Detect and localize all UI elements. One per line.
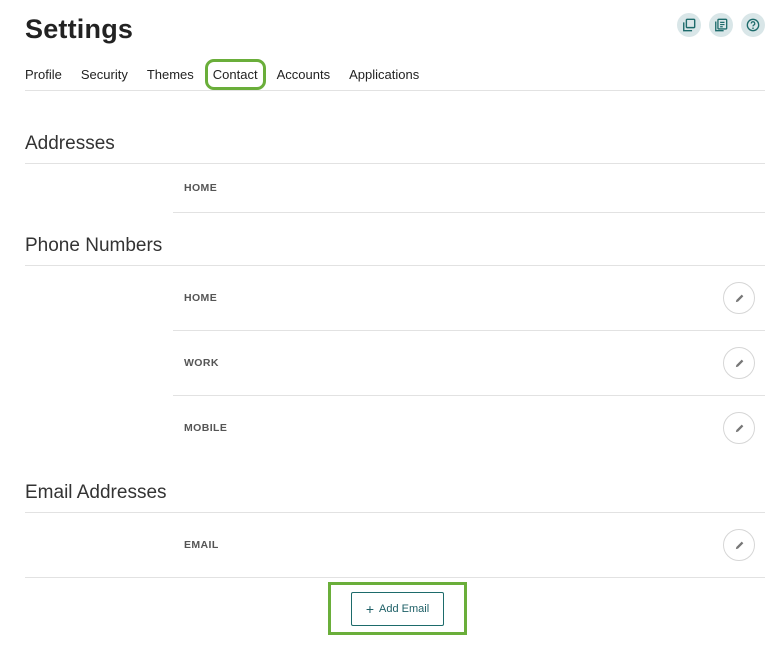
edit-phone-work-button[interactable] [723, 347, 755, 379]
tab-profile[interactable]: Profile [25, 67, 62, 82]
phone-type-label: WORK [184, 357, 219, 369]
email-addresses-heading: Email Addresses [25, 482, 167, 503]
address-type-label: HOME [184, 182, 218, 194]
edit-phone-mobile-button[interactable] [723, 412, 755, 444]
email-type-label: EMAIL [184, 539, 219, 551]
phone-type-label: HOME [184, 292, 218, 304]
phone-row: HOME [173, 266, 765, 331]
add-email-label: Add Email [379, 602, 430, 615]
tab-accounts[interactable]: Accounts [277, 67, 330, 82]
phone-row: WORK [173, 331, 765, 396]
pencil-icon [735, 541, 743, 549]
header-actions [677, 13, 765, 37]
pencil-icon [735, 294, 743, 302]
add-email-highlight: + Add Email [328, 582, 467, 635]
tab-security[interactable]: Security [81, 67, 128, 82]
notes-icon[interactable] [709, 13, 733, 37]
addresses-heading: Addresses [25, 133, 115, 154]
tab-themes[interactable]: Themes [147, 67, 194, 82]
pencil-icon [735, 424, 743, 432]
tab-applications[interactable]: Applications [349, 67, 419, 82]
help-icon[interactable] [741, 13, 765, 37]
address-row: HOME [173, 164, 765, 213]
page-title: Settings [25, 14, 134, 44]
phone-type-label: MOBILE [184, 422, 228, 434]
phone-numbers-heading: Phone Numbers [25, 235, 163, 256]
settings-tabs: Profile Security Themes Contact Accounts… [25, 58, 765, 91]
plus-icon: + [365, 600, 375, 617]
email-row: EMAIL [173, 513, 765, 577]
copy-icon[interactable] [677, 13, 701, 37]
edit-email-button[interactable] [723, 529, 755, 561]
phone-row: MOBILE [173, 396, 765, 460]
edit-phone-home-button[interactable] [723, 282, 755, 314]
pencil-icon [735, 359, 743, 367]
tab-contact[interactable]: Contact [204, 58, 266, 90]
email-section-divider [25, 577, 765, 578]
add-email-button[interactable]: + Add Email [351, 591, 444, 626]
